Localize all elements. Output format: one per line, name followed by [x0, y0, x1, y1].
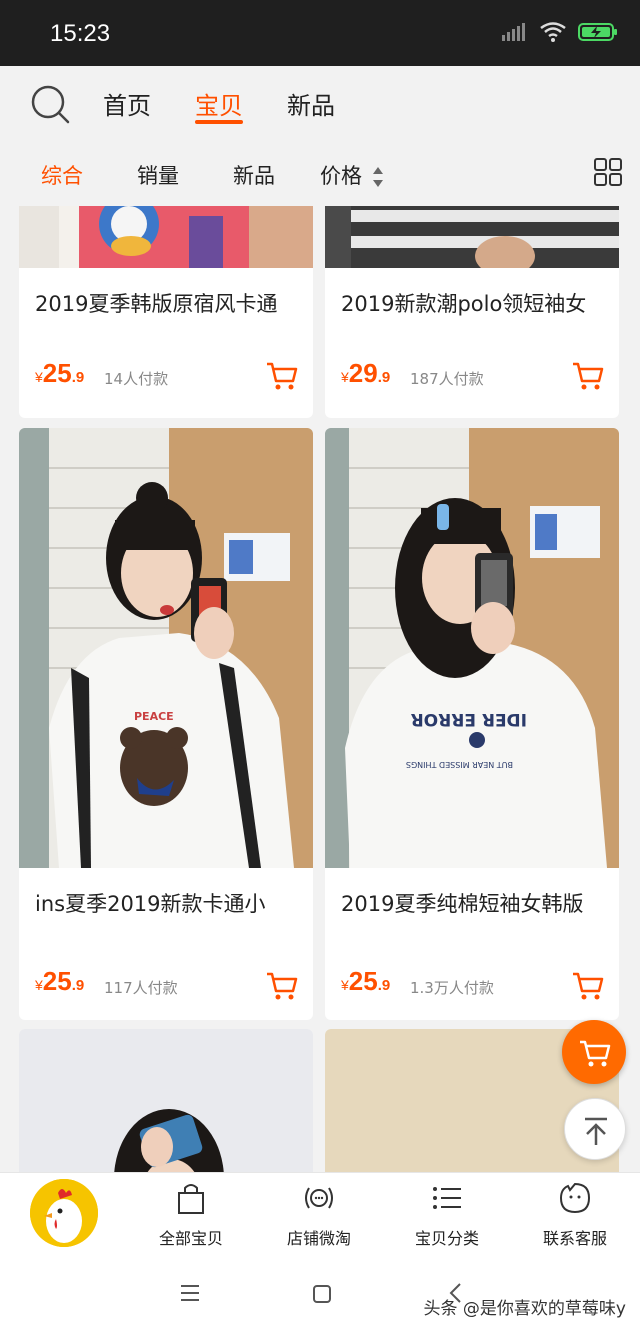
top-nav: 首页 宝贝 新品: [0, 66, 640, 142]
add-to-cart-icon[interactable]: [571, 360, 605, 392]
signal-icon: [502, 23, 525, 41]
tab-new[interactable]: 新品: [287, 86, 335, 121]
floating-cart-button[interactable]: [562, 1020, 626, 1084]
nav-all-products[interactable]: 全部宝贝: [136, 1181, 246, 1249]
price-currency: ¥: [341, 977, 349, 993]
product-price: ¥25.9: [341, 966, 390, 997]
svg-text:BUT NEAR MISSED THINGS: BUT NEAR MISSED THINGS: [406, 760, 513, 769]
price-integer: 25: [42, 358, 72, 388]
product-sales: 1.3万人付款: [410, 979, 494, 997]
tab-products[interactable]: 宝贝: [195, 86, 243, 121]
nav-label: 全部宝贝: [158, 1229, 223, 1248]
price-decimal: .9: [71, 977, 85, 994]
add-to-cart-icon[interactable]: [265, 970, 299, 1002]
product-title: 2019夏季韩版原宿风卡通: [35, 292, 278, 316]
menu-icon[interactable]: [180, 1284, 200, 1302]
product-sales: 117人付款: [104, 979, 178, 997]
product-image: [19, 206, 313, 268]
price-decimal: .9: [377, 369, 391, 386]
sort-arrows-icon: [372, 167, 383, 187]
sort-new[interactable]: 新品: [233, 160, 275, 190]
price-decimal: .9: [377, 977, 391, 994]
chat-face-icon: [559, 1182, 591, 1214]
product-title: ins夏季2019新款卡通小: [35, 892, 266, 916]
product-card[interactable]: PEACE ins夏季2019新款卡通小 ¥25.9 117人付款: [19, 428, 313, 1020]
price-integer: 25: [42, 966, 72, 996]
product-card[interactable]: 2019新款潮polo领短袖女 ¥29.9 187人付款: [325, 206, 619, 418]
nav-label: 联系客服: [542, 1229, 607, 1248]
price-decimal: .9: [71, 369, 85, 386]
product-card[interactable]: IDER ERROR BUT NEAR MISSED THINGS 2019夏季…: [325, 428, 619, 1020]
product-price: ¥29.9: [341, 358, 390, 389]
shop-logo[interactable]: [30, 1179, 98, 1247]
product-sales: 14人付款: [104, 370, 169, 388]
home-icon[interactable]: [312, 1284, 332, 1304]
price-currency: ¥: [35, 977, 43, 993]
product-card[interactable]: 2019夏季韩版原宿风卡通 ¥25.9 14人付款: [19, 206, 313, 418]
nav-shop-feed[interactable]: 店铺微淘: [264, 1181, 374, 1249]
product-title: 2019新款潮polo领短袖女: [341, 292, 587, 316]
search-icon[interactable]: [30, 84, 72, 126]
product-card[interactable]: [19, 1029, 313, 1172]
list-icon: [433, 1187, 461, 1209]
rooster-logo-icon: [30, 1179, 98, 1247]
price-integer: 25: [348, 966, 378, 996]
price-currency: ¥: [35, 369, 43, 385]
broadcast-icon: [305, 1187, 333, 1209]
status-bar: 15:23: [0, 0, 640, 66]
sort-bar: 综合 销量 新品 价格: [0, 142, 640, 206]
svg-text:PEACE: PEACE: [134, 710, 174, 723]
arrow-up-icon: [585, 1117, 607, 1145]
product-price: ¥25.9: [35, 358, 84, 389]
status-icons: [502, 22, 618, 42]
sort-price[interactable]: 价格: [320, 160, 385, 190]
svg-text:IDER ERROR: IDER ERROR: [411, 709, 527, 729]
nav-customer-service[interactable]: 联系客服: [520, 1181, 630, 1249]
product-image: [325, 206, 619, 268]
sort-price-label: 价格: [320, 164, 362, 188]
nav-label: 宝贝分类: [414, 1229, 479, 1248]
shopping-bag-icon: [178, 1184, 204, 1214]
status-time: 15:23: [50, 20, 111, 47]
product-title: 2019夏季纯棉短袖女韩版: [341, 892, 584, 916]
add-to-cart-icon[interactable]: [265, 360, 299, 392]
tab-home[interactable]: 首页: [103, 86, 151, 121]
sort-sales[interactable]: 销量: [137, 160, 179, 190]
bottom-nav: 全部宝贝 店铺微淘 宝贝分类 联系客服: [0, 1172, 640, 1258]
wifi-icon: [540, 22, 566, 42]
product-sales: 187人付款: [410, 370, 484, 388]
active-tab-indicator: [195, 120, 243, 124]
product-image: IDER ERROR BUT NEAR MISSED THINGS: [325, 428, 619, 868]
price-currency: ¥: [341, 369, 349, 385]
battery-charging-icon: [578, 23, 617, 41]
product-price: ¥25.9: [35, 966, 84, 997]
grid-view-icon[interactable]: [594, 158, 622, 186]
watermark: 头条 @是你喜欢的草莓味y: [423, 1299, 626, 1319]
price-integer: 29: [348, 358, 378, 388]
back-to-top-button[interactable]: [564, 1098, 626, 1160]
nav-categories[interactable]: 宝贝分类: [392, 1181, 502, 1249]
cart-icon: [580, 1040, 611, 1067]
nav-label: 店铺微淘: [286, 1229, 351, 1248]
product-image: PEACE: [19, 428, 313, 868]
sort-comprehensive[interactable]: 综合: [41, 160, 83, 190]
product-image: [19, 1029, 313, 1172]
product-grid: 2019夏季韩版原宿风卡通 ¥25.9 14人付款 2019新款潮polo领短袖…: [0, 206, 640, 1172]
add-to-cart-icon[interactable]: [571, 970, 605, 1002]
system-nav-bar: 头条 @是你喜欢的草莓味y: [0, 1258, 640, 1332]
